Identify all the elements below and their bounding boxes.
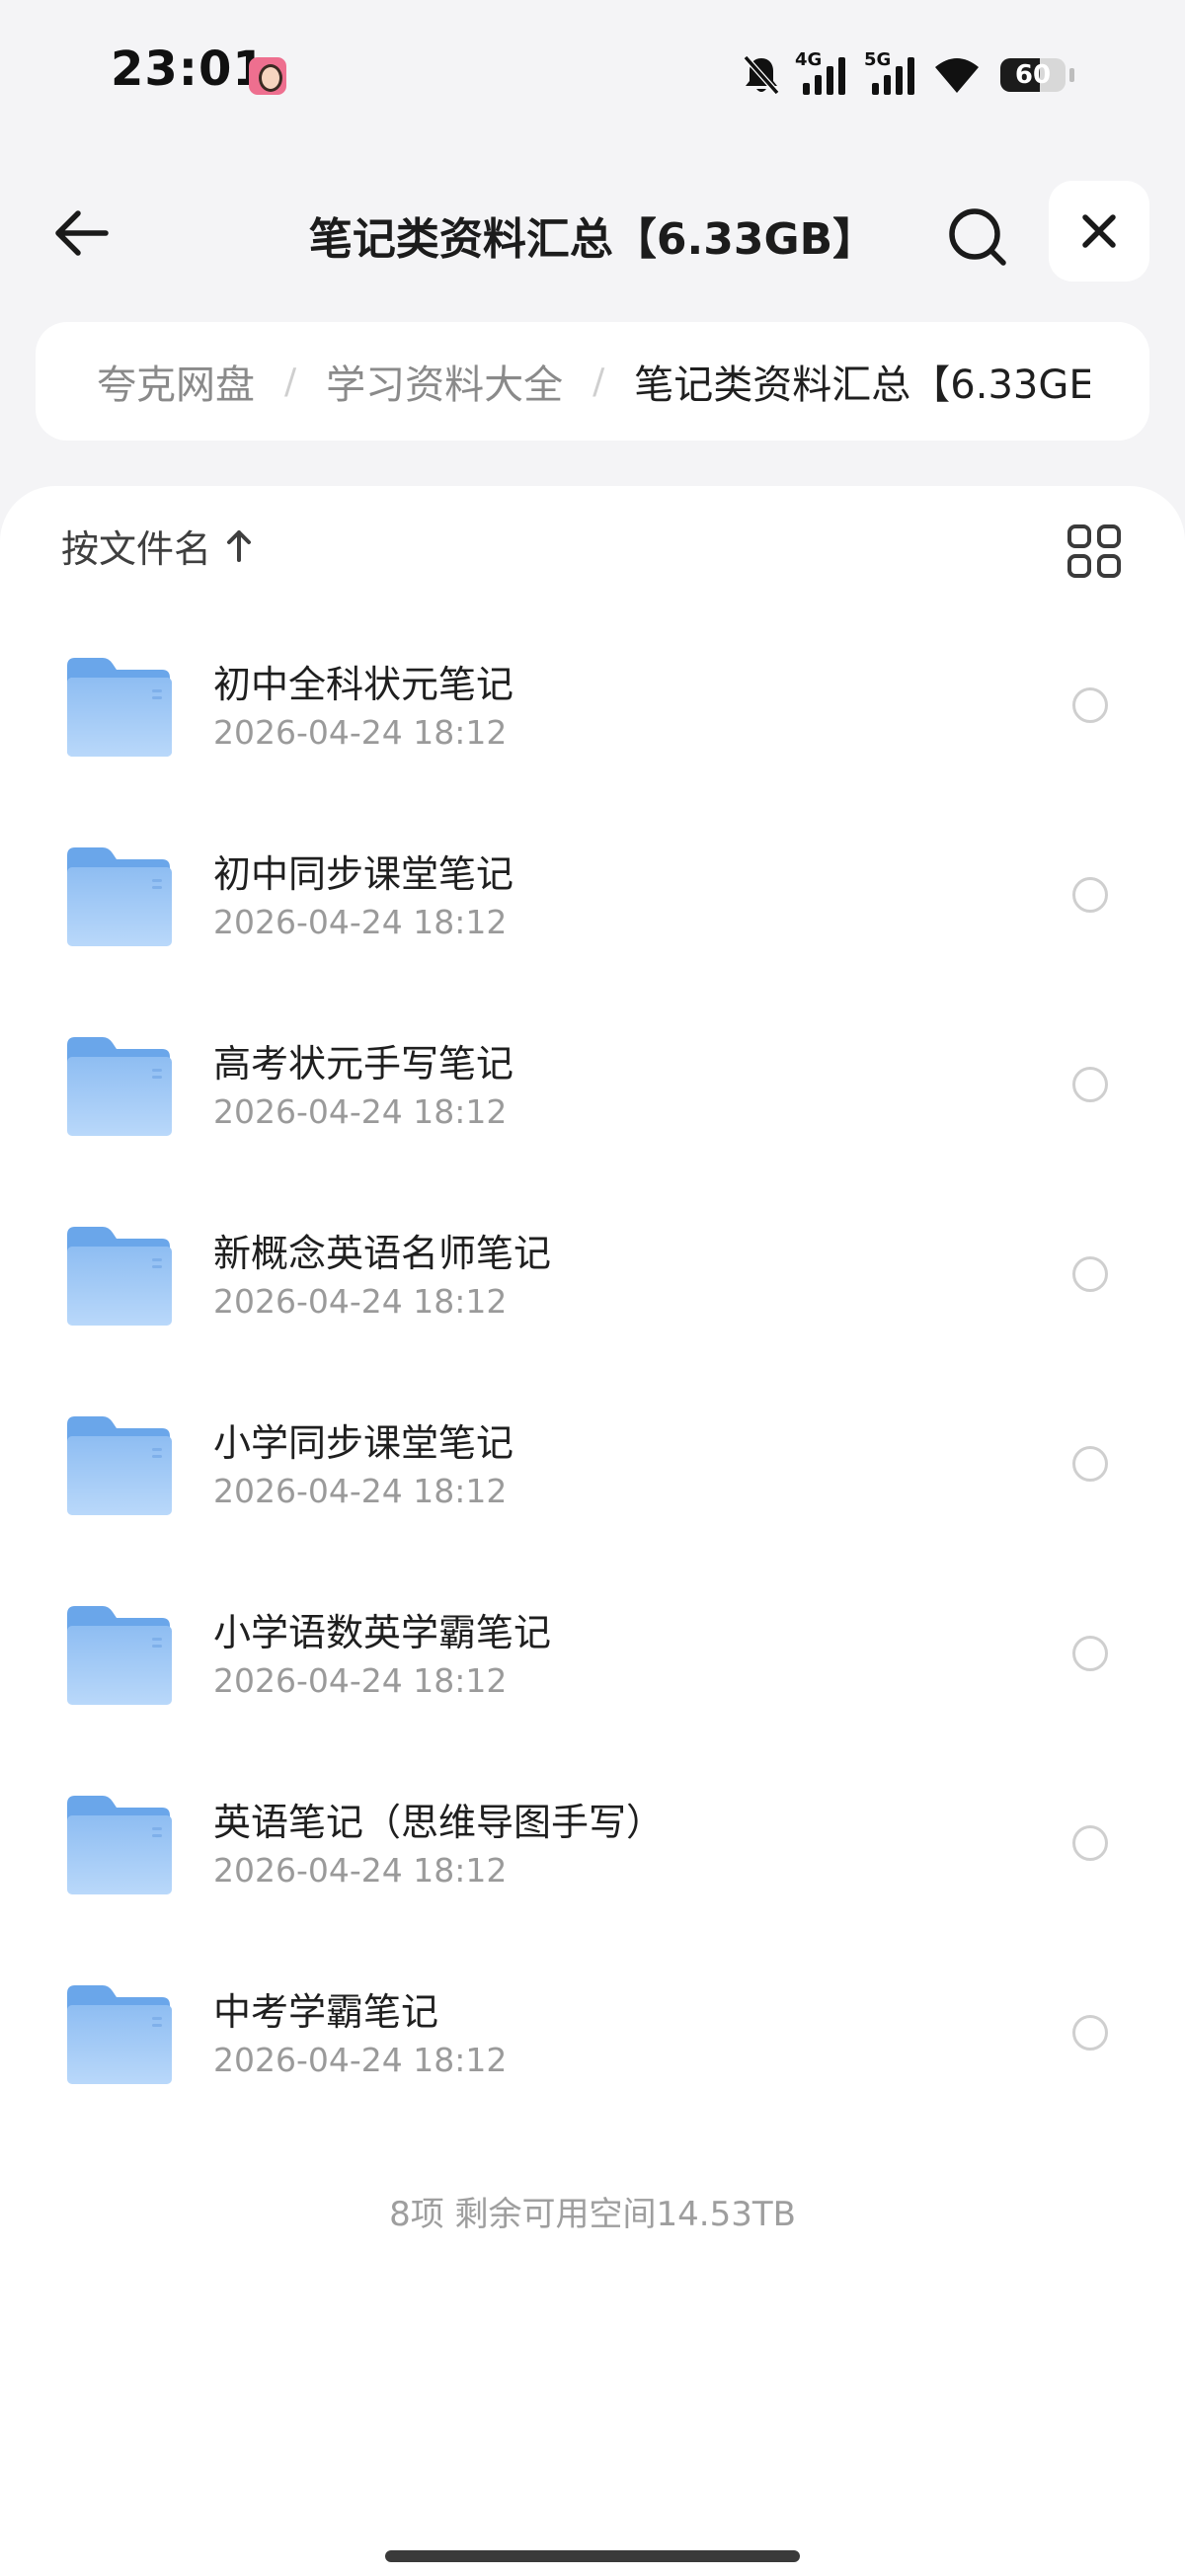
file-panel: 按文件名 初中全科状元笔记 2026-04-24 18:12 初中同步课堂笔记 … [0, 486, 1185, 2576]
folder-icon [67, 1606, 172, 1705]
file-name: 高考状元手写笔记 [213, 1042, 514, 1086]
folder-icon [67, 847, 172, 946]
select-radio[interactable] [1072, 1446, 1108, 1482]
list-item[interactable]: 新概念英语名师笔记 2026-04-24 18:12 [0, 1195, 1185, 1385]
back-button[interactable] [43, 196, 118, 271]
storage-summary: 8项 剩余可用空间14.53TB [389, 2195, 796, 2234]
mute-bell-icon [742, 53, 781, 97]
status-icons: 4G 5G 60 [742, 47, 1074, 103]
select-radio[interactable] [1072, 1636, 1108, 1671]
select-radio[interactable] [1072, 1067, 1108, 1102]
select-radio[interactable] [1072, 1256, 1108, 1292]
top-nav: 笔记类资料汇总【6.33GB】 [0, 178, 1185, 286]
status-bar: 23:01 4G 5G 60 [0, 0, 1185, 148]
list-item[interactable]: 初中同步课堂笔记 2026-04-24 18:12 [0, 816, 1185, 1006]
list-item[interactable]: 高考状元手写笔记 2026-04-24 18:12 [0, 1006, 1185, 1195]
breadcrumb-fade [1090, 322, 1149, 441]
file-name: 中考学霸笔记 [213, 1990, 439, 2034]
file-date: 2026-04-24 18:12 [213, 2041, 508, 2079]
select-radio[interactable] [1072, 1825, 1108, 1861]
list-item[interactable]: 小学语数英学霸笔记 2026-04-24 18:12 [0, 1574, 1185, 1764]
breadcrumb-item-parent[interactable]: 学习资料大全 [326, 353, 563, 410]
list-item[interactable]: 初中全科状元笔记 2026-04-24 18:12 [0, 626, 1185, 816]
view-toggle-button[interactable] [1066, 523, 1122, 579]
home-indicator[interactable] [385, 2550, 800, 2562]
breadcrumb-separator: / [592, 361, 605, 402]
select-radio[interactable] [1072, 2015, 1108, 2051]
file-date: 2026-04-24 18:12 [213, 903, 508, 941]
file-name: 初中全科状元笔记 [213, 663, 514, 706]
close-icon [1082, 214, 1116, 248]
network-type-label: 5G [864, 49, 892, 70]
folder-icon [67, 1796, 172, 1894]
breadcrumb-item-current: 笔记类资料汇总【6.33GE [634, 362, 1094, 408]
grid-view-icon [1067, 524, 1121, 578]
folder-icon [67, 1416, 172, 1515]
network-type-label: 4G [795, 49, 823, 70]
file-name: 初中同步课堂笔记 [213, 852, 514, 896]
file-date: 2026-04-24 18:12 [213, 1472, 508, 1510]
file-date: 2026-04-24 18:12 [213, 1661, 508, 1700]
search-icon [949, 208, 1006, 266]
select-radio[interactable] [1072, 877, 1108, 913]
breadcrumb-item-root[interactable]: 夸克网盘 [97, 353, 255, 410]
file-date: 2026-04-24 18:12 [213, 713, 508, 752]
battery-level: 60 [1014, 60, 1052, 90]
file-date: 2026-04-24 18:12 [213, 1282, 508, 1321]
close-button[interactable] [1049, 181, 1149, 282]
breadcrumb-separator: / [284, 361, 297, 402]
file-date: 2026-04-24 18:12 [213, 1851, 508, 1890]
folder-icon [67, 658, 172, 757]
arrow-left-icon [55, 210, 109, 256]
file-date: 2026-04-24 18:12 [213, 1092, 508, 1131]
battery-icon: 60 [1000, 58, 1066, 92]
signal-icon: 5G [864, 49, 919, 97]
file-name: 新概念英语名师笔记 [213, 1232, 552, 1275]
list-item[interactable]: 中考学霸笔记 2026-04-24 18:12 [0, 1954, 1185, 2143]
app-notification-icon [249, 57, 286, 95]
sort-label: 按文件名 [61, 526, 212, 571]
list-item[interactable]: 小学同步课堂笔记 2026-04-24 18:12 [0, 1385, 1185, 1574]
folder-icon [67, 1985, 172, 2084]
folder-icon [67, 1037, 172, 1136]
status-time: 23:01 [111, 41, 267, 97]
select-radio[interactable] [1072, 687, 1108, 723]
page-title: 笔记类资料汇总【6.33GB】 [308, 214, 877, 265]
file-name: 小学同步课堂笔记 [213, 1421, 514, 1465]
wifi-icon [933, 55, 981, 95]
folder-icon [67, 1227, 172, 1326]
signal-icon: 4G [795, 49, 850, 97]
search-button[interactable] [940, 200, 1015, 275]
file-list: 初中全科状元笔记 2026-04-24 18:12 初中同步课堂笔记 2026-… [0, 626, 1185, 2143]
sort-button[interactable]: 按文件名 [61, 516, 253, 575]
list-item[interactable]: 英语笔记（思维导图手写） 2026-04-24 18:12 [0, 1764, 1185, 1954]
file-name: 英语笔记（思维导图手写） [213, 1801, 665, 1844]
file-name: 小学语数英学霸笔记 [213, 1611, 552, 1654]
breadcrumb: 夸克网盘 / 学习资料大全 / 笔记类资料汇总【6.33GE [36, 322, 1149, 441]
arrow-up-icon [227, 530, 252, 562]
battery-cap [1069, 68, 1074, 82]
